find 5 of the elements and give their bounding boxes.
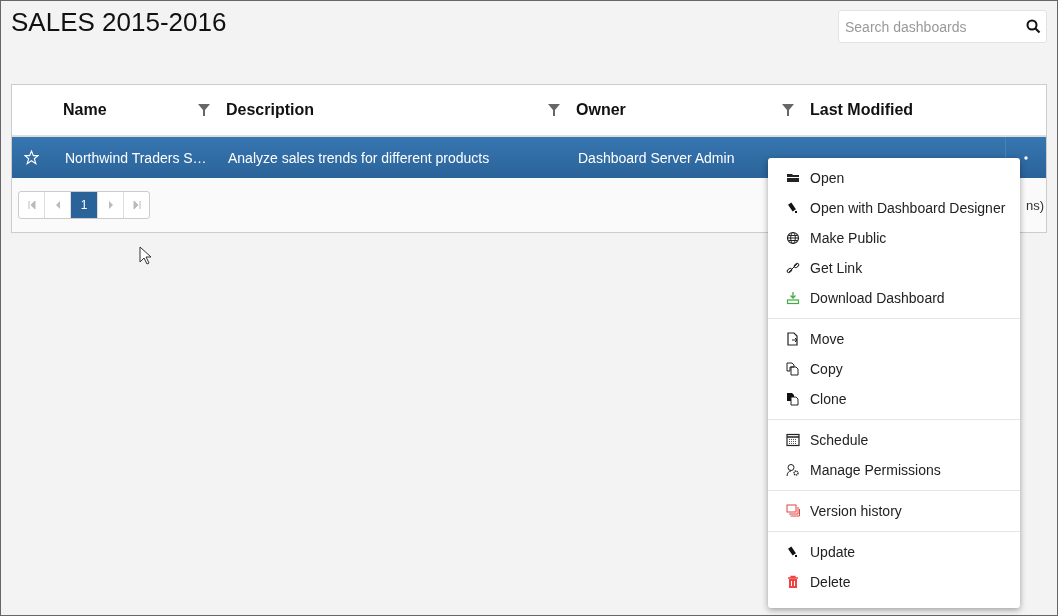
- table-cell-text: Northwind Traders S…: [64, 149, 208, 166]
- table-cell-text: Dashboard Server Admin: [577, 149, 736, 166]
- pager-info: ns): [1025, 197, 1044, 213]
- table-cell-text: Analyze sales trends for different products: [227, 149, 491, 166]
- page-title: SALES 2015-2016: [11, 7, 227, 38]
